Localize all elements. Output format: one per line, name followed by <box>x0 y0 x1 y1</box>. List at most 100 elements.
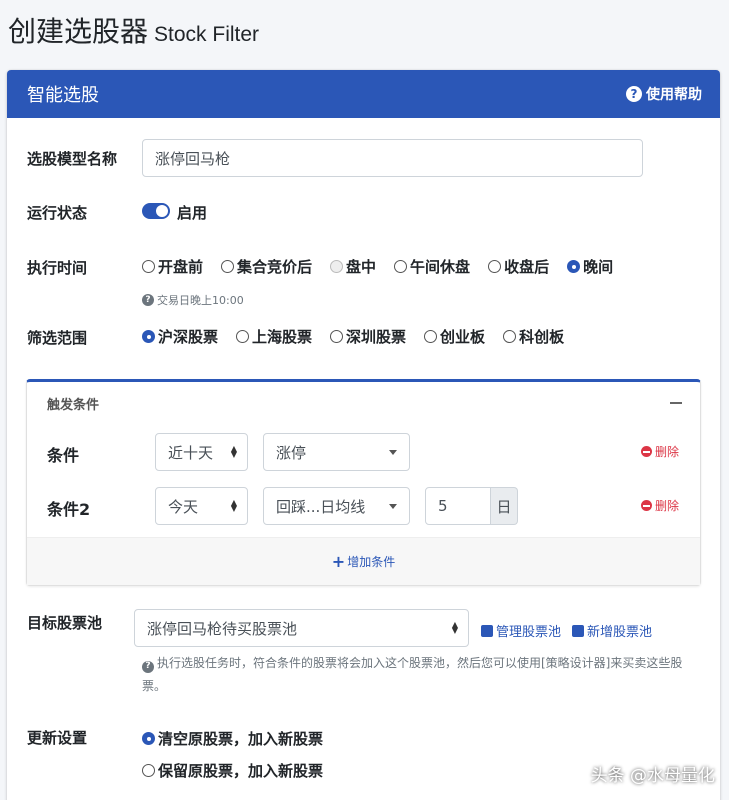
minus-circle-icon <box>641 446 652 457</box>
radio-icon <box>394 260 408 273</box>
days-input-group: 日 <box>425 487 518 525</box>
condition-type-select[interactable]: 回踩...日均线 <box>263 487 410 525</box>
question-circle-icon: ? <box>626 86 642 102</box>
exec-time-radio-group: 开盘前 集合竞价后 盘中 午间休盘 收盘后 晚间 <box>142 256 631 277</box>
option-label: 沪深股票 <box>158 328 219 346</box>
updown-arrows-icon: ▲ ▼ <box>451 620 458 635</box>
pool-hint: ? 执行选股任务时，符合条件的股票将会加入这个股票池，然后您可以使用[策略设计器]… <box>142 652 702 698</box>
exec-time-option-evening[interactable]: 晚间 <box>567 256 613 277</box>
model-name-input[interactable] <box>142 139 643 177</box>
select-value: 涨停回马枪待买股票池 <box>147 619 298 638</box>
scope-option-hs[interactable]: 沪深股票 <box>142 326 218 347</box>
radio-icon <box>236 330 250 343</box>
radio-icon <box>488 260 502 273</box>
radio-icon <box>142 732 155 745</box>
card-header: 智能选股 ? 使用帮助 <box>7 70 720 118</box>
update-option-clear-radio[interactable]: 清空原股票，加入新股票 <box>142 728 323 749</box>
new-pool-link[interactable]: 新增股票池 <box>572 621 652 640</box>
radio-icon <box>424 330 438 343</box>
radio-icon <box>142 330 155 343</box>
exec-time-hint: ? 交易日晚上10:00 <box>142 292 244 308</box>
exec-time-option-midday[interactable]: 午间休盘 <box>394 256 470 277</box>
minus-circle-icon <box>641 500 652 511</box>
option-label: 科创板 <box>519 328 565 346</box>
add-condition-label: 增加条件 <box>347 555 396 569</box>
collapse-icon[interactable] <box>670 402 682 404</box>
scope-option-gem[interactable]: 创业板 <box>424 326 485 347</box>
copy-icon <box>572 624 584 637</box>
delete-condition-link[interactable]: 删除 <box>641 497 679 514</box>
add-condition-button[interactable]: + 增加条件 <box>27 537 700 585</box>
option-label: 集合竞价后 <box>237 258 313 276</box>
question-circle-icon: ? <box>142 294 154 306</box>
condition-period-select[interactable]: 今天 ▲ ▼ <box>155 487 248 525</box>
page-title-en: Stock Filter <box>154 23 260 46</box>
delete-label: 删除 <box>655 445 680 459</box>
caret-down-icon <box>389 504 397 509</box>
manage-pool-label: 管理股票池 <box>496 625 562 640</box>
radio-icon <box>142 764 155 777</box>
option-label: 深圳股票 <box>346 328 407 346</box>
option-label: 晚间 <box>583 258 614 276</box>
radio-icon <box>330 330 344 343</box>
scope-label: 筛选范围 <box>27 329 88 347</box>
page-title-cn: 创建选股器 <box>8 15 149 48</box>
condition-period-select[interactable]: 近十天 ▲ ▼ <box>155 433 248 471</box>
help-label: 使用帮助 <box>646 87 702 103</box>
option-label: 清空原股票，加入新股票 <box>158 730 324 748</box>
pool-select[interactable]: 涨停回马枪待买股票池 ▲ ▼ <box>134 609 469 647</box>
radio-icon <box>142 260 155 273</box>
option-label: 午间休盘 <box>410 258 471 276</box>
question-circle-icon: ? <box>142 660 154 673</box>
updown-arrows-icon: ▲ ▼ <box>230 444 237 459</box>
days-input[interactable] <box>425 487 491 525</box>
condition-type-select[interactable]: 涨停 <box>263 433 410 471</box>
radio-icon <box>330 260 344 273</box>
option-label: 上海股票 <box>252 328 313 346</box>
select-value: 今天 <box>168 497 199 516</box>
model-name-label: 选股模型名称 <box>27 150 118 168</box>
updown-arrows-icon: ▲ ▼ <box>230 498 237 513</box>
plus-icon: + <box>331 552 346 571</box>
option-label: 收盘后 <box>504 258 550 276</box>
conditions-header: 触发条件 <box>47 398 100 413</box>
smart-filter-card: 智能选股 ? 使用帮助 选股模型名称 运行状态 启用 执行时间 开盘前 集合竞价… <box>7 70 720 800</box>
option-label: 开盘前 <box>158 258 204 276</box>
status-label: 运行状态 <box>27 204 88 222</box>
pool-hint-text: 执行选股任务时，符合条件的股票将会加入这个股票池，然后您可以使用[策略设计器]来… <box>142 656 683 693</box>
edit-icon <box>481 624 493 637</box>
scope-option-sh[interactable]: 上海股票 <box>236 326 312 347</box>
delete-condition-link[interactable]: 删除 <box>641 443 679 460</box>
delete-label: 删除 <box>655 499 680 513</box>
radio-icon <box>503 330 517 343</box>
condition-label: 条件 <box>47 446 80 465</box>
exec-time-option-intraday: 盘中 <box>330 256 376 277</box>
status-toggle[interactable] <box>142 203 170 219</box>
status-value: 启用 <box>177 204 208 222</box>
scope-option-star[interactable]: 科创板 <box>503 326 564 347</box>
exec-time-option-after-close[interactable]: 收盘后 <box>488 256 549 277</box>
scope-option-sz[interactable]: 深圳股票 <box>330 326 406 347</box>
radio-icon <box>567 260 581 273</box>
pool-label: 目标股票池 <box>27 614 103 632</box>
select-value: 回踩...日均线 <box>276 497 366 516</box>
card-title: 智能选股 <box>27 85 99 106</box>
watermark: 头条 @水母量化 <box>590 766 715 786</box>
option-label: 保留原股票，加入新股票 <box>158 762 324 780</box>
caret-down-icon <box>389 450 397 455</box>
update-label: 更新设置 <box>27 729 88 747</box>
select-value: 近十天 <box>168 443 214 462</box>
exec-time-option-after-auction[interactable]: 集合竞价后 <box>221 256 312 277</box>
page-title: 创建选股器 Stock Filter <box>8 10 259 50</box>
exec-time-hint-text: 交易日晚上10:00 <box>157 294 244 307</box>
update-option-keep-radio[interactable]: 保留原股票，加入新股票 <box>142 760 323 781</box>
help-link[interactable]: ? 使用帮助 <box>626 84 702 104</box>
exec-time-option-pre-open[interactable]: 开盘前 <box>142 256 203 277</box>
manage-pool-link[interactable]: 管理股票池 <box>481 621 561 640</box>
conditions-card: 触发条件 条件 近十天 ▲ ▼ 涨停 删除 条件2 今天 ▲ ▼ 回踩...日均线 … <box>26 379 701 586</box>
update-option-clear: 清空原股票，加入新股票 <box>142 728 341 749</box>
new-pool-label: 新增股票池 <box>587 625 653 640</box>
condition-label: 条件2 <box>47 500 91 519</box>
exec-time-label: 执行时间 <box>27 259 88 277</box>
option-label: 盘中 <box>346 258 377 276</box>
